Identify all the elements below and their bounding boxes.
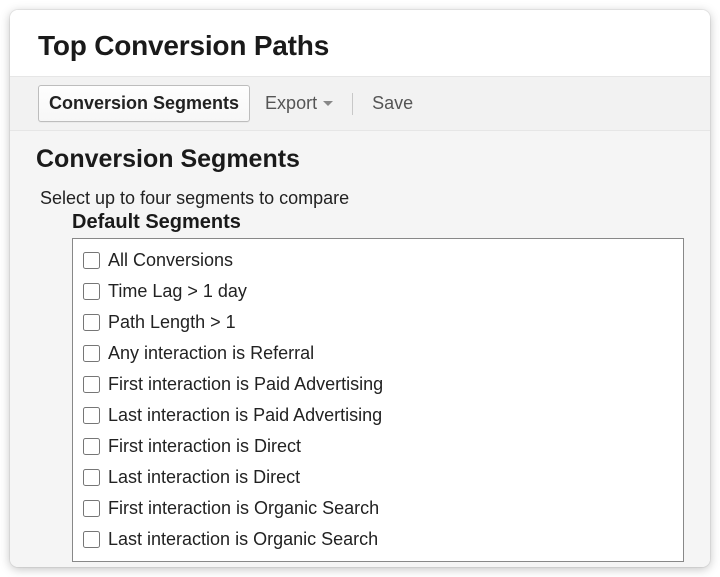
- export-button-label: Export: [265, 93, 317, 114]
- page-title: Top Conversion Paths: [38, 30, 682, 62]
- list-item: First interaction is Paid Advertising: [83, 369, 673, 400]
- export-button[interactable]: Export: [254, 85, 344, 122]
- list-item: Time Lag > 1 day: [83, 276, 673, 307]
- toolbar-separator: [352, 93, 353, 115]
- segment-label[interactable]: Any interaction is Referral: [108, 340, 314, 367]
- panel-title: Conversion Segments: [36, 145, 686, 174]
- segment-label[interactable]: First interaction is Direct: [108, 433, 301, 460]
- segment-checkbox[interactable]: [83, 252, 100, 269]
- list-item: Last interaction is Organic Search: [83, 524, 673, 555]
- segment-checkbox[interactable]: [83, 283, 100, 300]
- conversion-segments-button-label: Conversion Segments: [49, 93, 239, 114]
- conversion-segments-button[interactable]: Conversion Segments: [38, 85, 250, 122]
- header: Top Conversion Paths: [10, 10, 710, 76]
- segment-label[interactable]: Time Lag > 1 day: [108, 278, 247, 305]
- segment-label[interactable]: Last interaction is Paid Advertising: [108, 402, 382, 429]
- segment-checkbox[interactable]: [83, 345, 100, 362]
- segment-checkbox[interactable]: [83, 376, 100, 393]
- list-item: First interaction is Direct: [83, 431, 673, 462]
- segment-checkbox[interactable]: [83, 500, 100, 517]
- segment-label[interactable]: Last interaction is Organic Search: [108, 526, 378, 553]
- list-item: Path Length > 1: [83, 307, 673, 338]
- list-item: Any interaction is Referral: [83, 338, 673, 369]
- panel-instruction: Select up to four segments to compare: [40, 188, 686, 209]
- segment-label[interactable]: First interaction is Paid Advertising: [108, 371, 383, 398]
- list-item: Last interaction is Direct: [83, 462, 673, 493]
- segments-listbox: All Conversions Time Lag > 1 day Path Le…: [72, 238, 684, 562]
- report-card: Top Conversion Paths Conversion Segments…: [10, 10, 710, 567]
- segment-checkbox[interactable]: [83, 314, 100, 331]
- save-button[interactable]: Save: [361, 85, 424, 122]
- segment-checkbox[interactable]: [83, 469, 100, 486]
- segment-label[interactable]: All Conversions: [108, 247, 233, 274]
- segment-label[interactable]: First interaction is Organic Search: [108, 495, 379, 522]
- segments-panel: Conversion Segments Select up to four se…: [10, 131, 710, 567]
- default-segments-heading: Default Segments: [72, 211, 686, 234]
- list-item: Last interaction is Paid Advertising: [83, 400, 673, 431]
- segment-checkbox[interactable]: [83, 531, 100, 548]
- segment-label[interactable]: Path Length > 1: [108, 309, 236, 336]
- segment-checkbox[interactable]: [83, 407, 100, 424]
- toolbar: Conversion Segments Export Save: [10, 76, 710, 131]
- save-button-label: Save: [372, 93, 413, 114]
- segment-checkbox[interactable]: [83, 438, 100, 455]
- list-item: First interaction is Organic Search: [83, 493, 673, 524]
- list-item: All Conversions: [83, 245, 673, 276]
- chevron-down-icon: [323, 101, 333, 106]
- segment-label[interactable]: Last interaction is Direct: [108, 464, 300, 491]
